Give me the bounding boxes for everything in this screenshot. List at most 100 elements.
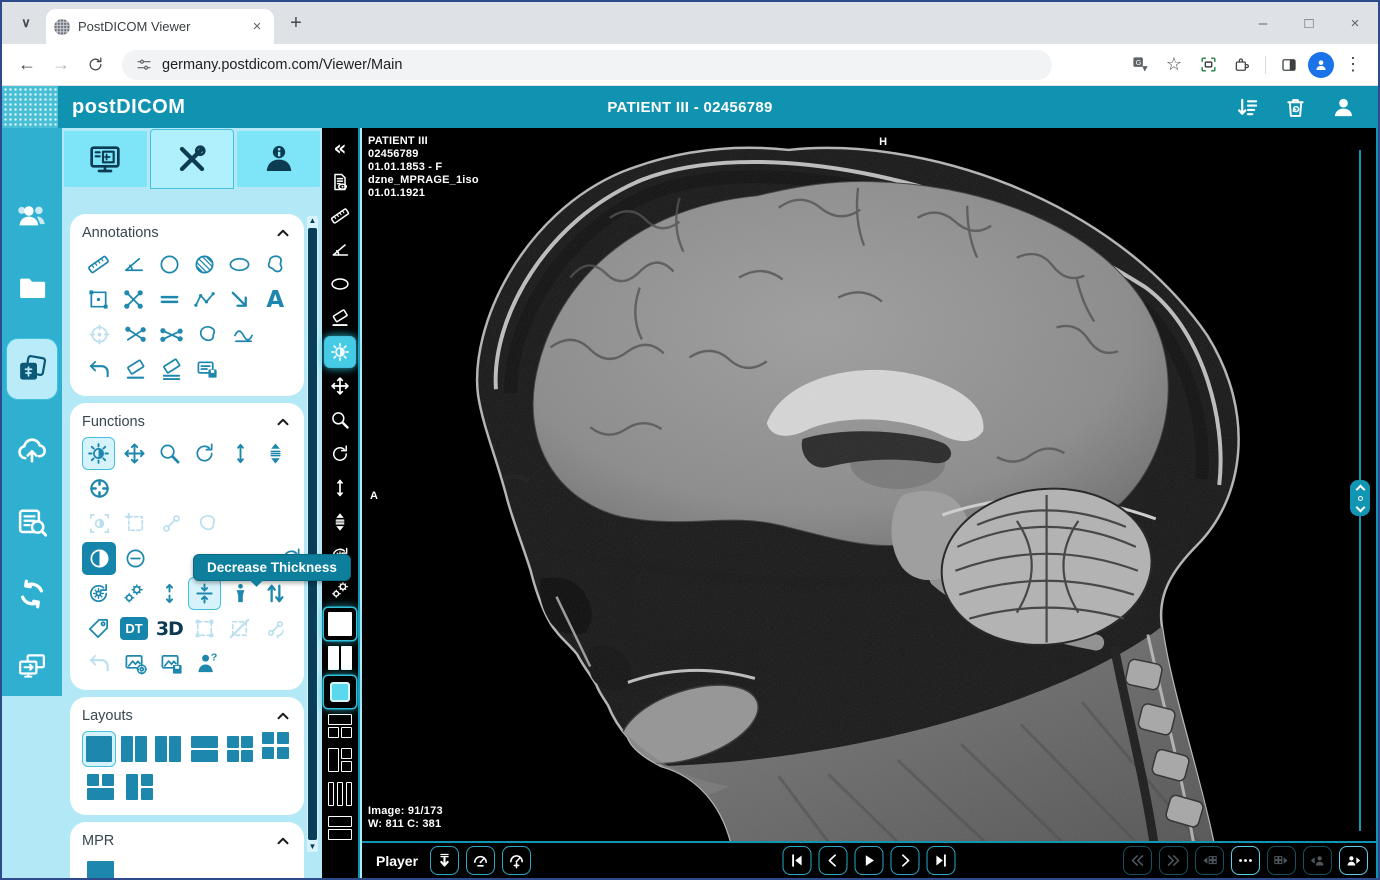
vlay-left2-icon[interactable]: [324, 744, 356, 776]
ellipse-icon[interactable]: [324, 268, 356, 300]
vlay-1x2-icon[interactable]: [324, 642, 356, 674]
lay-1x1-icon[interactable]: [82, 731, 116, 767]
recycle-bin-icon[interactable]: [1278, 91, 1312, 124]
three-d-icon[interactable]: 3D: [153, 612, 186, 645]
cross-icon[interactable]: [117, 283, 150, 316]
vertical-scroll-icon[interactable]: [223, 437, 256, 470]
play-direction-icon[interactable]: [430, 846, 459, 875]
lay-mpr-partial-icon[interactable]: [82, 856, 119, 878]
back-icon[interactable]: ←: [12, 50, 42, 80]
target-icon[interactable]: [82, 318, 116, 351]
stack-scroll-icon[interactable]: [324, 506, 356, 538]
browser-tab[interactable]: PostDICOM Viewer ×: [46, 9, 274, 44]
sidebar-item-cloud-upload[interactable]: [6, 428, 58, 472]
tab-search-chevron-icon[interactable]: ∨: [12, 9, 40, 37]
sort-list-icon[interactable]: [1230, 91, 1264, 124]
ellipse-icon[interactable]: [223, 248, 256, 281]
arrow-icon[interactable]: [223, 283, 256, 316]
tab-tools[interactable]: [150, 129, 235, 189]
tab-close-icon[interactable]: ×: [248, 18, 266, 36]
select-box-icon[interactable]: [188, 612, 221, 645]
window-level-gear-icon[interactable]: [117, 577, 150, 610]
bone-rotate-icon[interactable]: [259, 612, 292, 645]
translate-icon[interactable]: G: [1125, 50, 1155, 80]
panel-scrollbar[interactable]: ▲ ▼: [307, 216, 318, 852]
window-level-icon[interactable]: [82, 437, 115, 470]
window-level-icon[interactable]: [324, 336, 356, 368]
account-icon[interactable]: [1326, 91, 1360, 124]
zoom-icon[interactable]: [153, 437, 186, 470]
sidebar-item-images[interactable]: [6, 338, 58, 400]
save-annotation-icon[interactable]: [190, 353, 224, 386]
text-a-icon[interactable]: A: [259, 283, 292, 316]
image-save-icon[interactable]: [154, 647, 188, 680]
crop-icon[interactable]: [118, 507, 152, 540]
eraser-icon[interactable]: [118, 353, 152, 386]
person-question-icon[interactable]: ?: [190, 647, 224, 680]
play-icon[interactable]: [855, 846, 884, 875]
screenshot-icon[interactable]: [1193, 50, 1223, 80]
eraser-icon[interactable]: [324, 302, 356, 334]
next-patient-icon[interactable]: [1339, 846, 1368, 875]
prev-series-grid-icon[interactable]: [1195, 846, 1224, 875]
freehand-icon[interactable]: [259, 248, 292, 281]
stack-scroll-icon[interactable]: [259, 437, 292, 470]
ruler-icon[interactable]: [82, 248, 115, 281]
report-view-icon[interactable]: [324, 166, 356, 198]
tab-patient-info[interactable]: [237, 131, 320, 187]
sidebar-item-users[interactable]: [6, 194, 58, 238]
series-forward-icon[interactable]: [1159, 846, 1188, 875]
reset-settings-icon[interactable]: [82, 577, 115, 610]
forward-icon[interactable]: →: [46, 50, 76, 80]
scroll-up-icon[interactable]: ▲: [307, 216, 318, 226]
flow-angle-icon[interactable]: [154, 318, 188, 351]
close-button[interactable]: ×: [1332, 2, 1378, 44]
chevron-up-icon[interactable]: [274, 224, 292, 242]
lay-1left-2right-icon[interactable]: [121, 769, 158, 805]
vlay-3v-icon[interactable]: [324, 778, 356, 810]
bookmark-star-icon[interactable]: ☆: [1159, 50, 1189, 80]
dt-chip-icon[interactable]: DT: [117, 612, 150, 645]
decrease-circle-icon[interactable]: [118, 542, 152, 575]
closed-freehand-icon[interactable]: [190, 318, 224, 351]
vlay-2over2-icon[interactable]: [324, 710, 356, 742]
open-angle-icon[interactable]: [118, 318, 152, 351]
vertical-scroll-icon[interactable]: [324, 472, 356, 504]
lay-1x2-icon[interactable]: [118, 731, 151, 767]
polyline-icon[interactable]: [188, 283, 221, 316]
eraser-double-icon[interactable]: [154, 353, 188, 386]
new-tab-button[interactable]: +: [282, 9, 310, 37]
chevron-up-icon[interactable]: [274, 413, 292, 431]
collapse-panel-icon[interactable]: «: [324, 132, 356, 164]
sort-updown-icon[interactable]: [259, 577, 292, 610]
window-level-roi-icon[interactable]: [82, 507, 116, 540]
lay-1x3-icon[interactable]: [153, 731, 186, 767]
select-box-off-icon[interactable]: [223, 612, 256, 645]
angle-icon[interactable]: [324, 234, 356, 266]
lay-3x3-icon[interactable]: [259, 731, 292, 767]
profile-avatar[interactable]: [1308, 52, 1334, 78]
zoom-icon[interactable]: [324, 404, 356, 436]
crosshair-icon[interactable]: [82, 472, 116, 505]
menu-kebab-icon[interactable]: ⋮: [1338, 50, 1368, 80]
more-options-icon[interactable]: [1231, 846, 1260, 875]
prev-patient-icon[interactable]: [1303, 846, 1332, 875]
ruler-icon[interactable]: [324, 200, 356, 232]
undo-icon[interactable]: [82, 353, 116, 386]
extensions-icon[interactable]: [1227, 50, 1257, 80]
minimize-button[interactable]: –: [1240, 2, 1286, 44]
tag-icon[interactable]: [82, 612, 115, 645]
lay-2x2-icon[interactable]: [223, 731, 256, 767]
sidebar-item-transfer[interactable]: [6, 644, 58, 688]
pan-icon[interactable]: [117, 437, 150, 470]
undo-icon[interactable]: [82, 647, 116, 680]
address-bar[interactable]: germany.postdicom.com/Viewer/Main: [122, 50, 1052, 80]
site-settings-icon[interactable]: [136, 57, 152, 73]
image-scroll-slider[interactable]: [1350, 480, 1370, 516]
vlay-2h-icon[interactable]: [324, 812, 356, 844]
next-image-icon[interactable]: [891, 846, 920, 875]
hatch-circle-icon[interactable]: [188, 248, 221, 281]
scroll-down-icon[interactable]: ▼: [307, 842, 318, 852]
first-image-icon[interactable]: [783, 846, 812, 875]
side-panel-icon[interactable]: [1274, 50, 1304, 80]
